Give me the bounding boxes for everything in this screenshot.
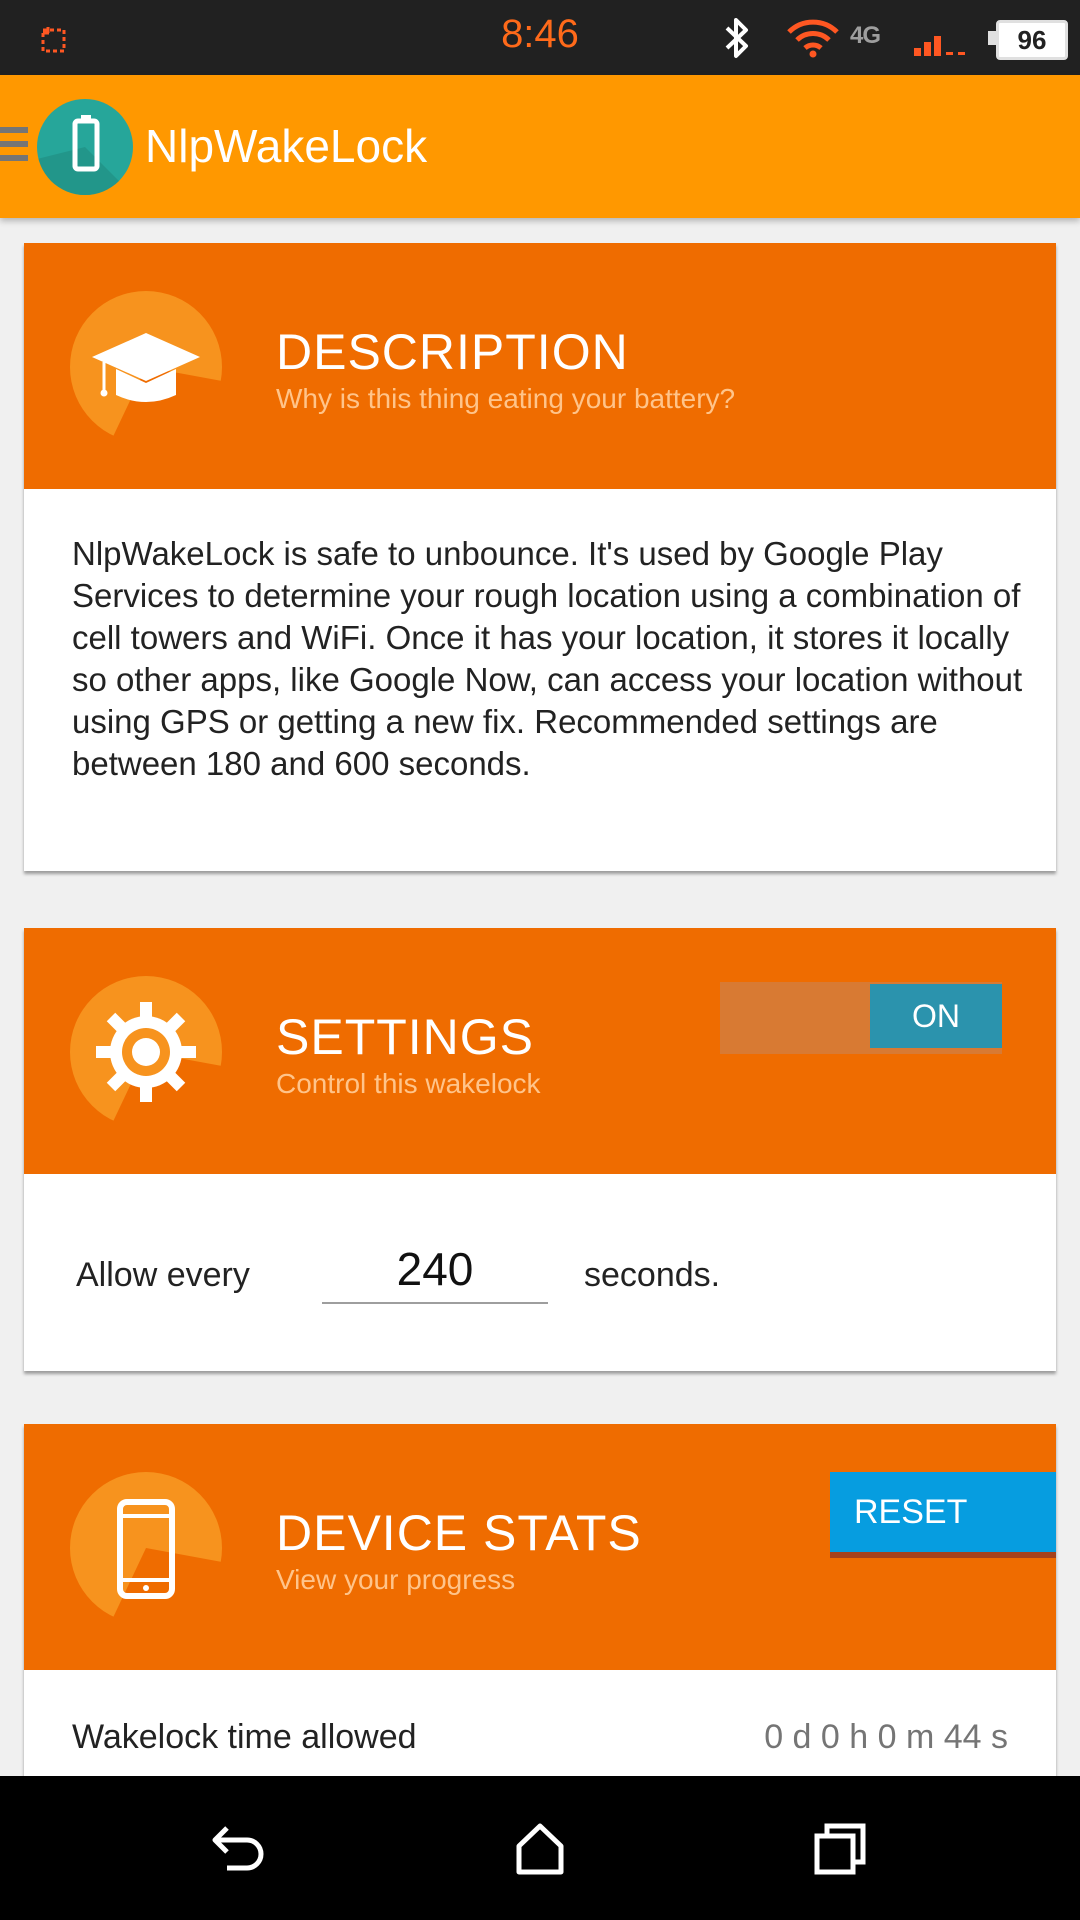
stat-row: Wakelock time allowed 0 d 0 h 0 m 44 s <box>72 1718 1008 1762</box>
stat-value: 0 d 0 h 0 m 44 s <box>764 1718 1008 1756</box>
status-bar: 8:46 4G 96 <box>0 0 1080 75</box>
stat-label: Wakelock time allowed <box>72 1718 417 1756</box>
network-type: 4G <box>850 22 881 49</box>
description-header: DESCRIPTION Why is this thing eating you… <box>24 243 1056 489</box>
app-bar: NlpWakeLock <box>0 75 1080 218</box>
stats-title: DEVICE STATS <box>276 1505 642 1561</box>
recents-icon[interactable] <box>805 1814 875 1884</box>
battery-logo-icon[interactable] <box>37 99 133 195</box>
menu-icon[interactable] <box>0 127 28 169</box>
back-icon[interactable] <box>205 1814 275 1884</box>
wakelock-toggle[interactable]: ON <box>720 982 1002 1054</box>
description-body: NlpWakeLock is safe to unbounce. It's us… <box>72 535 1023 782</box>
bluetooth-icon <box>725 18 748 58</box>
description-card: DESCRIPTION Why is this thing eating you… <box>24 243 1056 871</box>
allow-unit: seconds. <box>584 1256 721 1294</box>
graduation-cap-icon <box>70 291 222 443</box>
reset-button[interactable]: RESET <box>830 1472 1056 1558</box>
settings-card: SETTINGS Control this wakelock ON Allow … <box>24 928 1056 1371</box>
home-icon[interactable] <box>505 1814 575 1884</box>
toggle-on-label: ON <box>870 984 1002 1048</box>
battery-level: 96 <box>996 20 1068 60</box>
description-title: DESCRIPTION <box>276 324 629 380</box>
phone-icon <box>70 1472 222 1624</box>
interval-input[interactable] <box>322 1236 548 1304</box>
description-subtitle: Why is this thing eating your battery? <box>276 383 736 414</box>
settings-subtitle: Control this wakelock <box>276 1068 541 1099</box>
battery-icon: 96 <box>988 20 1068 60</box>
signal-icon <box>914 36 965 56</box>
app-title: NlpWakeLock <box>145 120 428 172</box>
allow-label: Allow every <box>76 1256 250 1294</box>
navigation-bar <box>0 1776 1080 1920</box>
stats-header: DEVICE STATS View your progress RESET <box>24 1424 1056 1670</box>
gear-icon <box>70 976 222 1128</box>
wifi-icon <box>787 19 839 58</box>
stats-subtitle: View your progress <box>276 1564 516 1595</box>
settings-title: SETTINGS <box>276 1009 535 1065</box>
settings-header: SETTINGS Control this wakelock ON <box>24 928 1056 1174</box>
stats-card: DEVICE STATS View your progress RESET Wa… <box>24 1424 1056 1824</box>
